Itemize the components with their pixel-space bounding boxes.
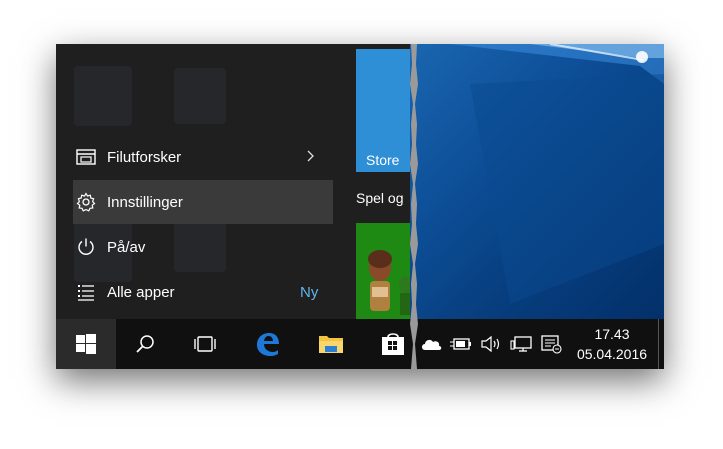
windows-start-icon — [76, 334, 96, 354]
network-icon[interactable] — [510, 333, 532, 355]
show-desktop-button[interactable] — [658, 319, 659, 369]
folder-explorer-icon — [75, 146, 97, 168]
xbox-avatar-icon — [368, 250, 410, 315]
menu-item-label: Innstillinger — [107, 193, 183, 211]
start-menu: Filutforsker Innstillinger På/av Alle ap… — [56, 44, 410, 319]
search-button[interactable] — [120, 319, 170, 369]
tile-store-label: Store — [366, 152, 400, 168]
ghost-app-icon — [74, 66, 132, 126]
tile-store[interactable]: Store — [356, 49, 410, 172]
volume-icon[interactable] — [480, 333, 502, 355]
store-icon — [382, 333, 404, 355]
clock-time: 17.43 — [594, 326, 630, 342]
ghost-app-icon — [174, 68, 226, 124]
gear-icon — [75, 191, 97, 213]
menu-item-settings[interactable]: Innstillinger — [73, 180, 333, 224]
taskbar: 17.43 05.04.2016 — [56, 319, 664, 369]
all-apps-list-icon — [75, 281, 97, 303]
new-badge: Ny — [300, 284, 319, 301]
taskbar-clock[interactable]: 17.43 05.04.2016 — [572, 324, 652, 364]
tile-xbox[interactable] — [356, 223, 410, 319]
menu-item-file-explorer[interactable]: Filutforsker — [73, 135, 333, 179]
chevron-right-icon[interactable] — [307, 149, 315, 166]
torn-edge-divider — [410, 44, 418, 369]
action-center-icon[interactable] — [540, 333, 562, 355]
screenshot-frame: Filutforsker Innstillinger På/av Alle ap… — [56, 44, 664, 369]
task-view-icon — [194, 336, 216, 352]
desktop-wallpaper — [410, 44, 664, 319]
edge-taskbar-button[interactable] — [242, 319, 292, 369]
menu-item-label: Alle apper — [107, 283, 175, 301]
menu-item-label: Filutforsker — [107, 148, 182, 166]
power-icon — [75, 236, 97, 258]
file-explorer-icon — [319, 336, 343, 353]
onedrive-cloud-icon[interactable] — [420, 333, 442, 355]
battery-charging-icon[interactable] — [450, 333, 472, 355]
edge-icon — [257, 333, 279, 356]
file-explorer-taskbar-button[interactable] — [306, 319, 356, 369]
tile-group-label: Spel og — [356, 190, 404, 206]
menu-item-label: På/av — [107, 238, 146, 256]
start-button[interactable] — [56, 319, 116, 369]
menu-item-all-apps[interactable]: Alle apper — [73, 270, 333, 314]
task-view-button[interactable] — [180, 319, 230, 369]
menu-item-power[interactable]: På/av — [73, 225, 333, 269]
clock-date: 05.04.2016 — [576, 346, 648, 362]
search-icon — [136, 335, 154, 353]
